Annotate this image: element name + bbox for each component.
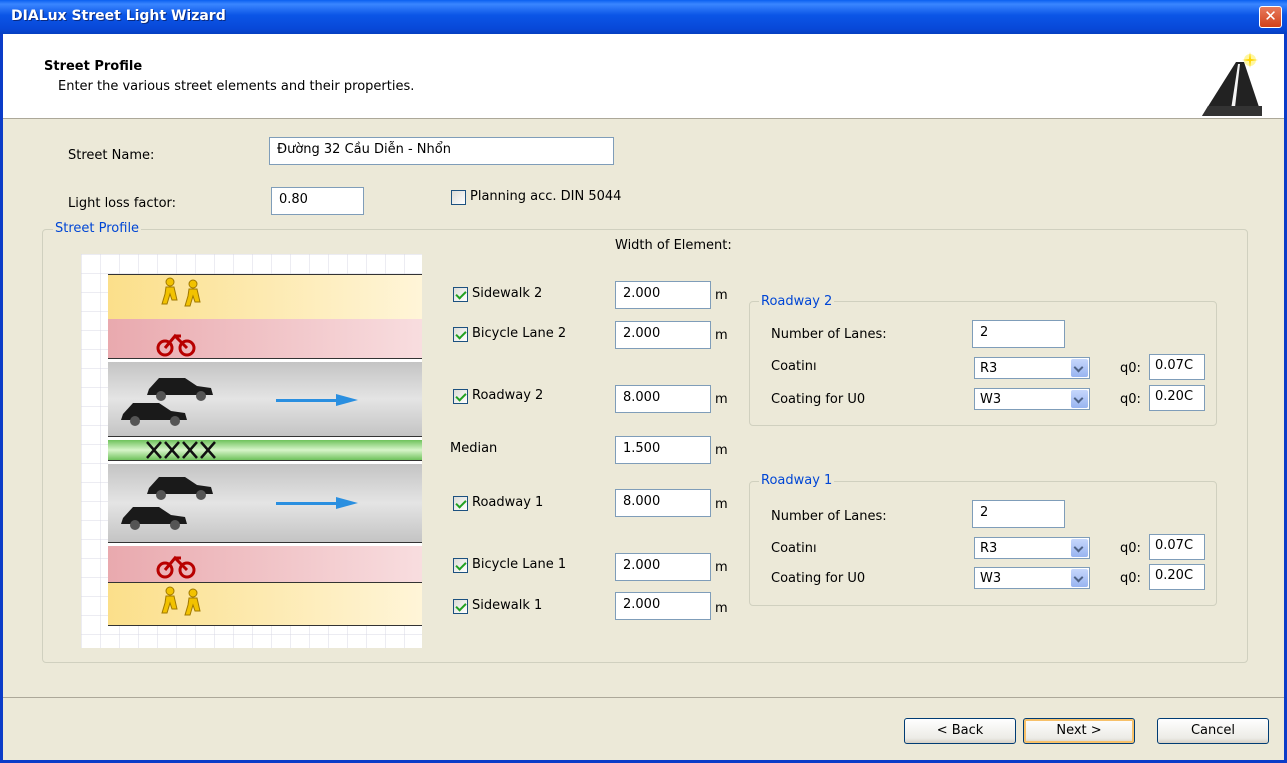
roadway-2-coating-u0-value: W3 (980, 392, 1002, 407)
sidewalk-1-label: Sidewalk 1 (472, 598, 543, 613)
roadway-1-q0-input[interactable]: 0.07C (1149, 534, 1205, 560)
bicycle-lane-1-checkbox[interactable] (453, 558, 468, 573)
sidewalk-2-label: Sidewalk 2 (472, 286, 543, 301)
roadway-1-width-input[interactable]: 8.000 (615, 489, 711, 517)
sidewalk-1-checkbox[interactable] (453, 599, 468, 614)
bicycle-icon (156, 333, 196, 357)
roadway-1-lanes-label: Number of Lanes: (771, 509, 887, 524)
title-bar: DIALux Street Light Wizard ✕ (0, 0, 1287, 34)
roadway-1-lanes-input[interactable]: 2 (972, 500, 1065, 528)
pedestrian-icon (161, 277, 201, 307)
roadway-1-coating-label: Coatinı (771, 541, 817, 556)
street-name-input[interactable]: Đường 32 Cầu Diễn - Nhổn (269, 137, 614, 165)
din-5044-label: Planning acc. DIN 5044 (470, 189, 622, 204)
street-profile-diagram (81, 254, 422, 648)
roadway-1-legend: Roadway 1 (759, 473, 835, 488)
bicycle-lane-1-width-input[interactable]: 2.000 (615, 553, 711, 581)
roadway-1-label: Roadway 1 (472, 495, 544, 510)
q0-label: q0: (1120, 571, 1141, 586)
unit-label: m (715, 288, 728, 303)
page-subtitle: Enter the various street elements and th… (58, 79, 415, 94)
din-5044-checkbox[interactable] (451, 190, 466, 205)
road-icon (1202, 52, 1262, 116)
page-title: Street Profile (44, 59, 143, 74)
next-button[interactable]: Next > (1023, 718, 1135, 744)
unit-label: m (715, 392, 728, 407)
arrow-icon (276, 394, 358, 509)
q0-label: q0: (1120, 541, 1141, 556)
roadway-2-label: Roadway 2 (472, 388, 544, 403)
roadway-2-width-input[interactable]: 8.000 (615, 385, 711, 413)
bicycle-lane-2-checkbox[interactable] (453, 327, 468, 342)
roadway-2-coating-select[interactable]: R3 (974, 357, 1090, 379)
roadway-2-legend: Roadway 2 (759, 294, 835, 309)
q0-label: q0: (1120, 392, 1141, 407)
bicycle-icon (156, 555, 196, 579)
street-profile-legend: Street Profile (53, 221, 142, 236)
roadway-1-coating-u0-select[interactable]: W3 (974, 567, 1090, 589)
width-of-element-header: Width of Element: (615, 238, 732, 253)
q0-label: q0: (1120, 361, 1141, 376)
chevron-down-icon[interactable] (1071, 359, 1088, 377)
roadway-1-coating-select[interactable]: R3 (974, 537, 1090, 559)
roadway-2-coating-u0-select[interactable]: W3 (974, 388, 1090, 410)
close-icon[interactable]: ✕ (1259, 6, 1282, 28)
footer-divider (3, 697, 1284, 698)
bicycle-lane-2-width-input[interactable]: 2.000 (615, 321, 711, 349)
median-cross-icon (146, 441, 216, 459)
roadway-1-coating-value: R3 (980, 541, 998, 556)
roadway-2-lanes-label: Number of Lanes: (771, 327, 887, 342)
light-loss-factor-input[interactable]: 0.80 (271, 187, 364, 215)
median-label: Median (450, 441, 498, 456)
cancel-button[interactable]: Cancel (1157, 718, 1269, 744)
window-title: DIALux Street Light Wizard (11, 8, 226, 24)
sidewalk-2-width-input[interactable]: 2.000 (615, 281, 711, 309)
sidewalk-1-width-input[interactable]: 2.000 (615, 592, 711, 620)
street-name-label: Street Name: (68, 148, 155, 163)
roadway-1-coating-u0-label: Coating for U0 (771, 571, 866, 586)
wizard-header: Street Profile Enter the various street … (3, 34, 1284, 119)
unit-label: m (715, 560, 728, 575)
median-width-input[interactable]: 1.500 (615, 436, 711, 464)
unit-label: m (715, 497, 728, 512)
roadway-2-q0-u0-input[interactable]: 0.20C (1149, 385, 1205, 411)
unit-label: m (715, 443, 728, 458)
roadway-2-coating-label: Coatinı (771, 359, 817, 374)
roadway-2-lanes-input[interactable]: 2 (972, 320, 1065, 348)
roadway-2-q0-input[interactable]: 0.07C (1149, 354, 1205, 380)
roadway-2-coating-u0-label: Coating for U0 (771, 392, 866, 407)
pedestrian-icon (161, 586, 201, 616)
wizard-window: DIALux Street Light Wizard ✕ Street Prof… (0, 0, 1287, 763)
bicycle-lane-1-label: Bicycle Lane 1 (472, 557, 567, 572)
roadway-1-q0-u0-input[interactable]: 0.20C (1149, 564, 1205, 590)
chevron-down-icon[interactable] (1071, 569, 1088, 587)
chevron-down-icon[interactable] (1071, 390, 1088, 408)
back-button[interactable]: < Back (904, 718, 1016, 744)
bicycle-lane-2-label: Bicycle Lane 2 (472, 326, 567, 341)
unit-label: m (715, 328, 728, 343)
light-loss-factor-label: Light loss factor: (68, 196, 177, 211)
roadway-2-checkbox[interactable] (453, 389, 468, 404)
roadway-1-coating-u0-value: W3 (980, 571, 1002, 586)
roadway-2-coating-value: R3 (980, 361, 998, 376)
sidewalk-2-checkbox[interactable] (453, 287, 468, 302)
profile-icons (121, 277, 358, 616)
roadway-1-checkbox[interactable] (453, 496, 468, 511)
chevron-down-icon[interactable] (1071, 539, 1088, 557)
unit-label: m (715, 601, 728, 616)
